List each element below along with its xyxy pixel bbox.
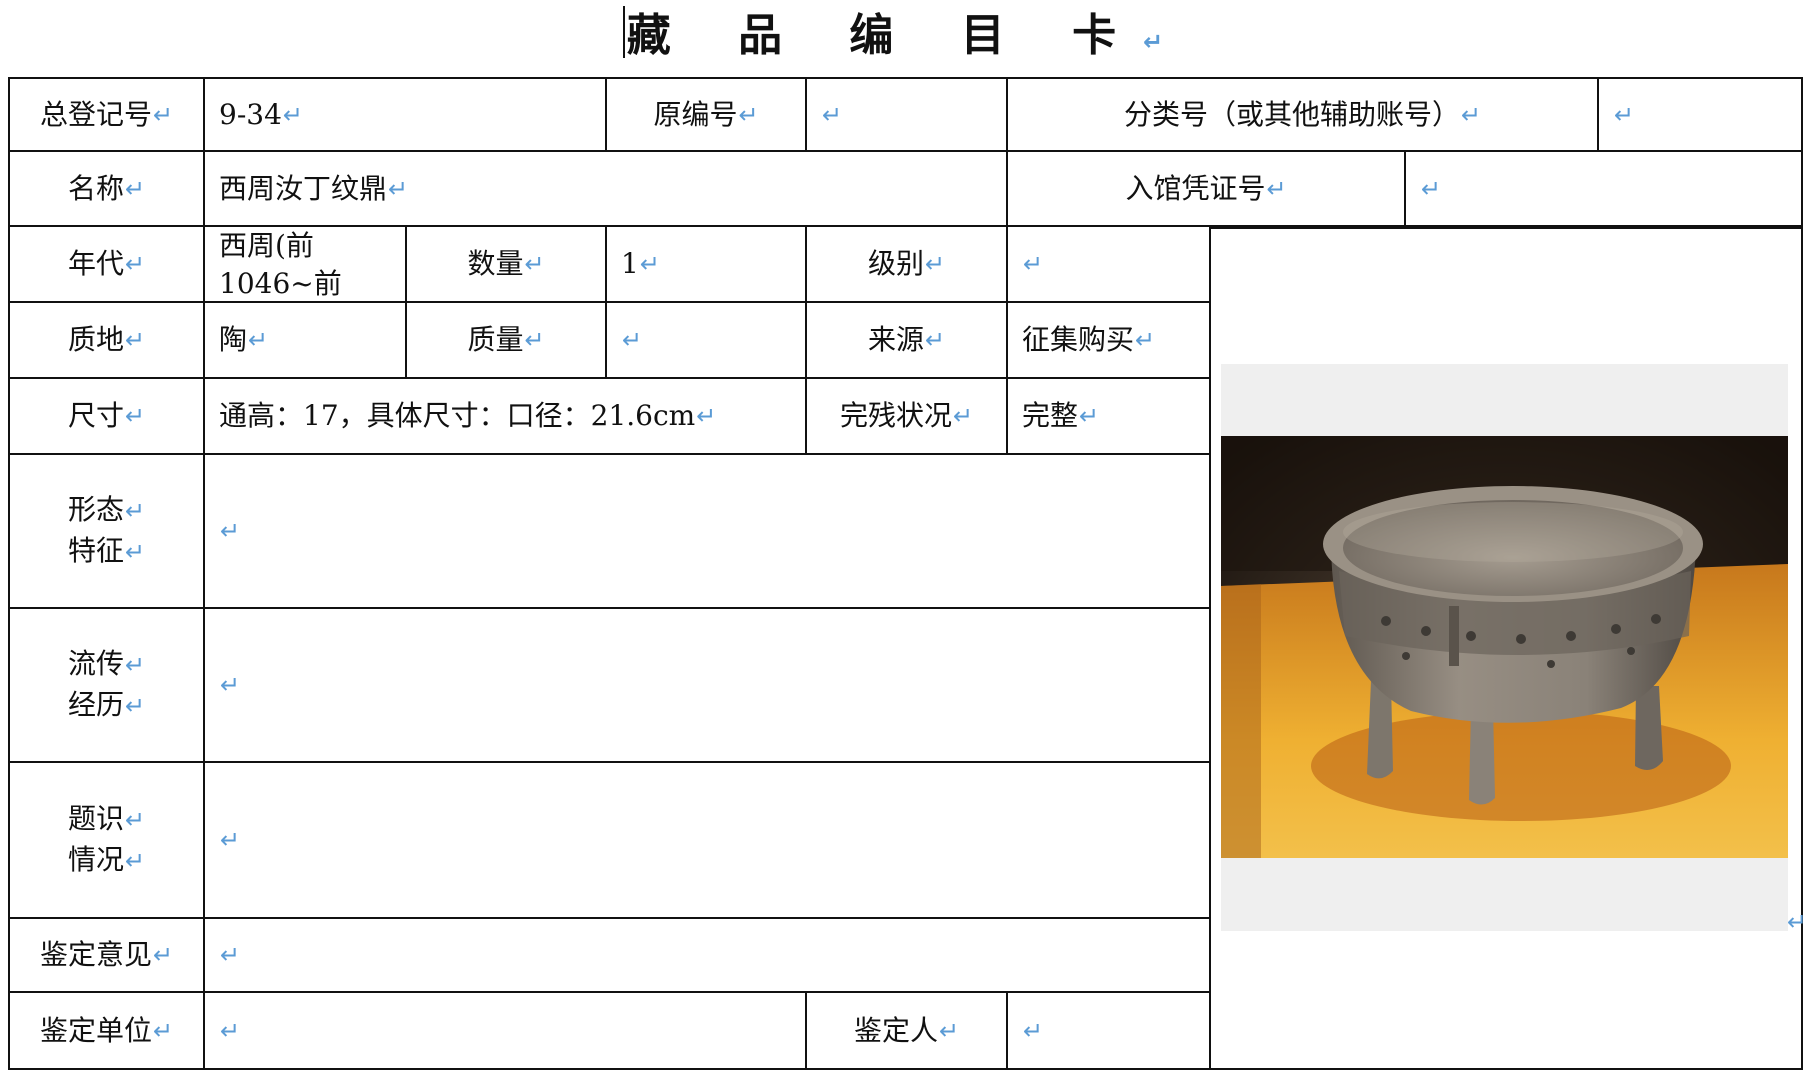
paragraph-mark-icon: ↵ [124,538,146,566]
paragraph-mark-icon: ↵ [938,1016,960,1045]
paragraph-mark-icon: ↵ [124,402,146,430]
paragraph-mark-icon: ↵ [124,651,146,679]
paragraph-mark-icon: ↵ [696,402,717,430]
tripod-vessel-image [1221,436,1788,858]
paragraph-mark-icon: ↵ [1460,100,1482,129]
text-cursor [622,6,625,58]
artifact-photo [1221,364,1788,931]
field-unit[interactable]: ↵ [203,991,807,1070]
field-quantity[interactable]: 1 ↵ [605,225,807,303]
label-unit: 鉴定单位 ↵ [8,991,205,1070]
paragraph-mark-icon: ↵ [1023,250,1044,278]
label-appraiser: 鉴定人 ↵ [805,991,1008,1070]
field-orig-no[interactable]: ↵ [805,77,1008,152]
paragraph-mark-icon: ↵ [124,174,146,203]
paragraph-mark-icon: ↵ [1135,326,1156,354]
label-history: 流传↵ 经历↵ [8,607,205,763]
paragraph-mark-icon: ↵ [124,806,146,834]
paragraph-mark-icon: ↵ [924,326,946,354]
paragraph-mark-icon: ↵ [248,326,269,354]
paragraph-mark-icon: ↵ [220,1016,241,1045]
paragraph-mark-icon: ↵ [124,497,146,525]
label-reg-no: 总登记号 ↵ [8,77,205,152]
paragraph-mark-icon: ↵ [124,847,146,875]
label-form: 形态↵ 特征↵ [8,453,205,609]
label-orig-no: 原编号 ↵ [605,77,807,152]
paragraph-mark-icon: ↵ [639,250,660,278]
paragraph-mark-icon: ↵ [738,100,759,129]
paragraph-mark-icon: ↵ [388,174,409,203]
paragraph-mark-icon: ↵ [622,326,643,354]
field-form[interactable]: ↵ [203,453,1211,609]
field-opinion[interactable]: ↵ [203,917,1211,993]
paragraph-mark-icon: ↵ [1787,908,1808,936]
paragraph-mark-icon: ↵ [124,326,146,354]
label-condition: 完残状况 ↵ [805,377,1008,455]
paragraph-mark-icon: ↵ [152,1016,174,1045]
label-quantity: 数量 ↵ [405,225,607,303]
paragraph-mark-icon: ↵ [282,100,304,129]
paragraph-mark-icon: ↵ [1266,174,1287,203]
label-size: 尺寸 ↵ [8,377,205,455]
paragraph-mark-icon: ↵ [1614,100,1635,129]
paragraph-mark-icon: ↵ [822,100,843,129]
field-reg-no[interactable]: 9-34 ↵ [203,77,607,152]
field-weight[interactable]: ↵ [605,301,807,379]
paragraph-mark-icon: ↵ [152,100,174,129]
paragraph-mark-icon: ↵ [220,941,241,969]
label-class-no: 分类号（或其他辅助账号） ↵ [1006,77,1599,152]
field-era[interactable]: 西周(前1046~前 771)↵ [203,225,407,338]
card-title-text: 藏 品 编 目 卡 [626,10,1143,61]
paragraph-mark-icon: ↵ [152,941,174,969]
field-grade[interactable]: ↵ [1006,225,1211,303]
label-material: 质地 ↵ [8,301,205,379]
field-condition[interactable]: 完整 ↵ [1006,377,1211,455]
paragraph-mark-icon: ↵ [220,671,241,699]
paragraph-mark-icon: ↵ [220,517,241,545]
field-material[interactable]: 陶 ↵ [203,301,407,379]
paragraph-mark-icon: ↵ [524,250,545,278]
field-inscription[interactable]: ↵ [203,761,1211,919]
paragraph-mark-icon: ↵ [924,250,946,278]
label-weight: 质量 ↵ [405,301,607,379]
field-appraiser[interactable]: ↵ [1006,991,1211,1070]
paragraph-mark-icon: ↵ [1421,174,1442,203]
field-entry-cert[interactable]: ↵ [1404,150,1803,227]
paragraph-mark-icon: ↵ [524,326,545,354]
paragraph-mark-icon: ↵ [952,402,974,430]
paragraph-mark-icon: ↵ [1143,28,1190,56]
paragraph-mark-icon: ↵ [124,250,146,278]
paragraph-mark-icon: ↵ [1023,1016,1044,1045]
paragraph-mark-icon: ↵ [124,692,146,720]
field-size[interactable]: 通高：17，具体尺寸：口径：21.6cm ↵ [203,377,807,455]
card-title-bar: 藏 品 编 目 卡↵ [0,0,1812,72]
field-class-no[interactable]: ↵ [1597,77,1803,152]
paragraph-mark-icon: ↵ [220,826,241,854]
label-name: 名称 ↵ [8,150,205,227]
field-source[interactable]: 征集购买 ↵ [1006,301,1211,379]
card-title: 藏 品 编 目 卡↵ [622,6,1190,72]
label-opinion: 鉴定意见 ↵ [8,917,205,993]
label-era: 年代 ↵ [8,225,205,303]
label-entry-cert: 入馆凭证号 ↵ [1006,150,1406,227]
paragraph-mark-icon: ↵ [1079,402,1100,430]
label-source: 来源 ↵ [805,301,1008,379]
label-inscription: 题识↵ 情况↵ [8,761,205,919]
field-history[interactable]: ↵ [203,607,1211,763]
label-grade: 级别 ↵ [805,225,1008,303]
field-name[interactable]: 西周汝丁纹鼎 ↵ [203,150,1008,227]
